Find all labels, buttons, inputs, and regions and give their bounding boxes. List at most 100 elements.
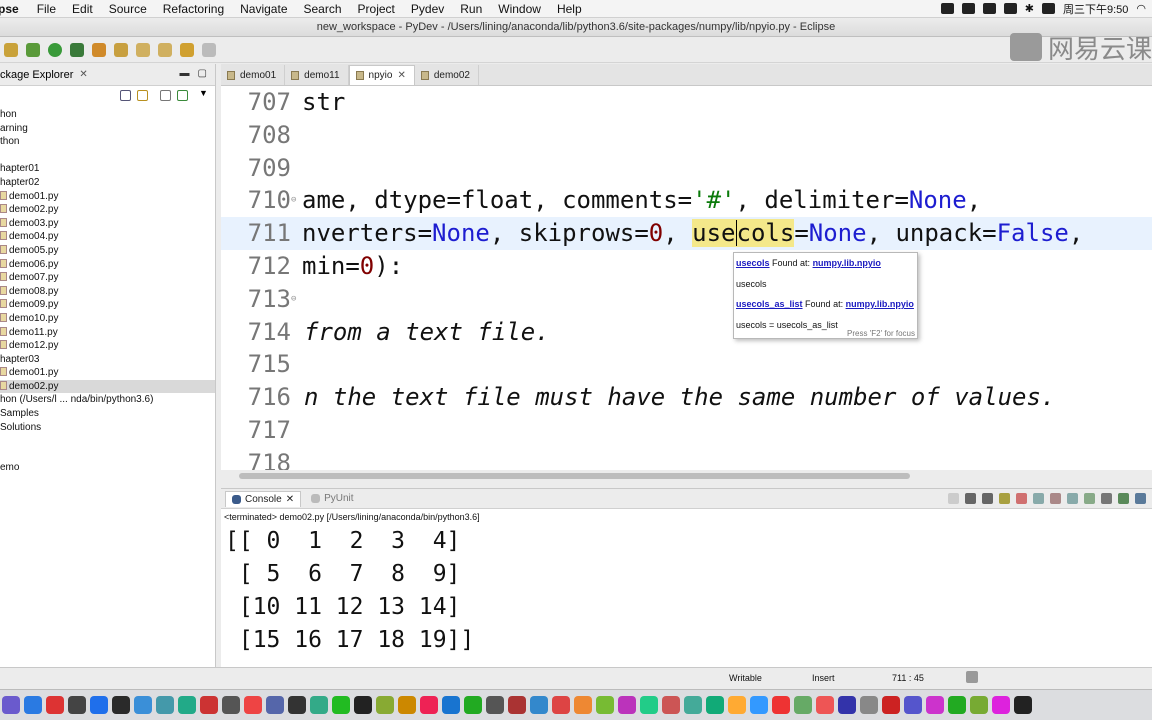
- tree-file-item[interactable]: demo06.py: [0, 258, 215, 272]
- dock-app-icon[interactable]: [2, 696, 20, 714]
- status-icon[interactable]: [982, 3, 996, 14]
- menu-pydev[interactable]: Pydev: [403, 2, 452, 16]
- dock-app-icon[interactable]: [706, 696, 724, 714]
- prev-annotation-icon[interactable]: [158, 42, 172, 57]
- tree-item[interactable]: hapter01: [0, 162, 215, 176]
- dock-app-icon[interactable]: [266, 696, 284, 714]
- status-icon[interactable]: [961, 3, 975, 14]
- menu-project[interactable]: Project: [350, 2, 403, 16]
- dock-app-icon[interactable]: [398, 696, 416, 714]
- dock-app-icon[interactable]: [860, 696, 878, 714]
- code-editor[interactable]: 707 str 708 709 710 ⊖ ame, dtype=float, …: [221, 86, 1152, 470]
- link-editor-icon[interactable]: [137, 90, 148, 101]
- dock-app-icon[interactable]: [926, 696, 944, 714]
- dock-app-icon[interactable]: [684, 696, 702, 714]
- console-output[interactable]: [[ 0 1 2 3 4] [ 5 6 7 8 9] [10 11 12 13 …: [221, 525, 1152, 657]
- menu-window[interactable]: Window: [490, 2, 549, 16]
- menu-search[interactable]: Search: [296, 2, 350, 16]
- completion-name[interactable]: usecols: [736, 258, 770, 268]
- tree-item[interactable]: hapter03: [0, 353, 215, 367]
- close-icon[interactable]: ✕: [79, 69, 87, 80]
- tree-item[interactable]: Solutions: [0, 421, 215, 435]
- code-line[interactable]: 718: [221, 447, 1152, 470]
- code-line[interactable]: 710 ⊖ ame, dtype=float, comments='#', de…: [221, 184, 1152, 217]
- tree-item[interactable]: hon (/Users/l ... nda/bin/python3.6): [0, 393, 215, 407]
- scrollbar-thumb[interactable]: [239, 473, 910, 479]
- tree-item[interactable]: arning: [0, 122, 215, 136]
- dock-app-icon[interactable]: [332, 696, 350, 714]
- code-text[interactable]: str: [302, 86, 345, 119]
- dock-app-icon[interactable]: [772, 696, 790, 714]
- bluetooth-icon[interactable]: ✱: [1025, 2, 1034, 15]
- tools-icon[interactable]: [177, 90, 188, 101]
- dock-app-icon[interactable]: [24, 696, 42, 714]
- code-line[interactable]: 707 str: [221, 86, 1152, 119]
- tree-file-item[interactable]: demo11.py: [0, 326, 215, 340]
- code-line-current[interactable]: 711 nverters=None, skiprows=0, usecols=N…: [221, 217, 1152, 250]
- open-console-icon[interactable]: [1118, 493, 1129, 504]
- code-text[interactable]: nverters=None, skiprows=0, usecols=None,…: [302, 217, 1083, 250]
- dock-app-icon[interactable]: [354, 696, 372, 714]
- lock-icon[interactable]: [966, 671, 978, 683]
- word-wrap-icon[interactable]: [1050, 493, 1061, 504]
- dock-app-icon[interactable]: [992, 696, 1010, 714]
- close-icon[interactable]: ✕: [286, 494, 294, 505]
- menu-help[interactable]: Help: [549, 2, 590, 16]
- run-icon[interactable]: [48, 42, 62, 57]
- dock-app-icon[interactable]: [464, 696, 482, 714]
- tab-console[interactable]: Console ✕: [225, 490, 302, 507]
- dock-app-icon[interactable]: [200, 696, 218, 714]
- dock-app-icon[interactable]: [1014, 696, 1032, 714]
- tree-file-item[interactable]: demo03.py: [0, 217, 215, 231]
- dock-app-icon[interactable]: [90, 696, 108, 714]
- show-on-error-icon[interactable]: [1084, 493, 1095, 504]
- dock-app-icon[interactable]: [134, 696, 152, 714]
- menu-run[interactable]: Run: [452, 2, 490, 16]
- new-console-icon[interactable]: [1135, 493, 1146, 504]
- maximize-icon[interactable]: ▢: [198, 68, 207, 79]
- code-line[interactable]: 715: [221, 348, 1152, 381]
- tree-file-item[interactable]: demo07.py: [0, 271, 215, 285]
- filter-icon[interactable]: [160, 90, 171, 101]
- remove-all-icon[interactable]: [982, 493, 993, 504]
- dock-app-icon[interactable]: [178, 696, 196, 714]
- code-line[interactable]: 716 n the text file must have the same n…: [221, 381, 1152, 414]
- app-menu[interactable]: pse: [0, 2, 29, 16]
- status-icon[interactable]: [1003, 3, 1017, 14]
- open-folder-icon[interactable]: [92, 42, 106, 57]
- dock-app-icon[interactable]: [662, 696, 680, 714]
- tree-item[interactable]: hon: [0, 108, 215, 122]
- dock-app-icon[interactable]: [420, 696, 438, 714]
- dock-app-icon[interactable]: [310, 696, 328, 714]
- package-icon[interactable]: [4, 42, 18, 57]
- docstring-text[interactable]: n the text file must have the same numbe…: [304, 381, 1055, 414]
- dock-app-icon[interactable]: [376, 696, 394, 714]
- dock-app-icon[interactable]: [640, 696, 658, 714]
- dock-app-icon[interactable]: [596, 696, 614, 714]
- forward-icon[interactable]: [202, 42, 216, 57]
- completion-item[interactable]: usecols Found at: numpy.lib.npyio: [734, 253, 917, 274]
- dock-app-icon[interactable]: [222, 696, 240, 714]
- editor-tab[interactable]: demo02: [415, 65, 479, 85]
- dock-app-icon[interactable]: [486, 696, 504, 714]
- debug-icon[interactable]: [26, 42, 40, 57]
- scroll-lock-icon[interactable]: [1033, 493, 1044, 504]
- tree-file-item[interactable]: demo01.py: [0, 190, 215, 204]
- completion-module-link[interactable]: numpy.lib.npyio: [813, 258, 881, 268]
- dock-app-icon[interactable]: [574, 696, 592, 714]
- menu-refactoring[interactable]: Refactoring: [155, 2, 232, 16]
- tree-file-item[interactable]: demo01.py: [0, 366, 215, 380]
- editor-tab[interactable]: demo01: [221, 65, 286, 85]
- horizontal-scrollbar[interactable]: [239, 472, 1129, 480]
- view-menu-icon[interactable]: ▼: [199, 88, 208, 98]
- menu-navigate[interactable]: Navigate: [232, 2, 295, 16]
- dock-app-icon[interactable]: [288, 696, 306, 714]
- dock-app-icon[interactable]: [816, 696, 834, 714]
- code-line[interactable]: 713 ⊖: [221, 283, 1152, 316]
- back-icon[interactable]: [180, 42, 194, 57]
- fold-toggle-icon[interactable]: ⊖: [291, 283, 296, 316]
- code-line[interactable]: 709: [221, 152, 1152, 185]
- dock-app-icon[interactable]: [552, 696, 570, 714]
- code-line[interactable]: 714 from a text file.: [221, 316, 1152, 349]
- menu-source[interactable]: Source: [101, 2, 155, 16]
